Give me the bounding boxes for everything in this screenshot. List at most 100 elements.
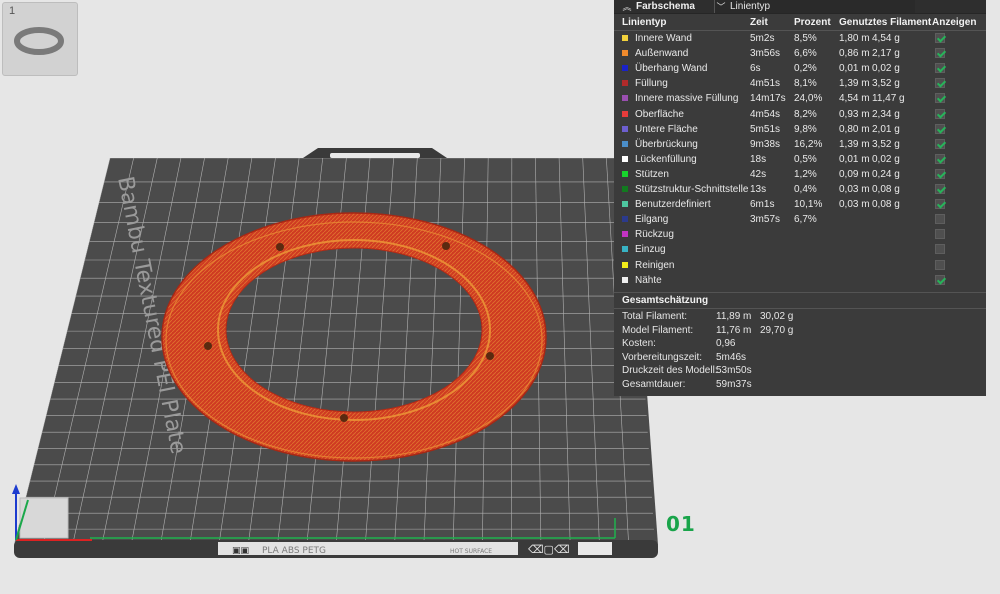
line-type-weight: 2,01 g xyxy=(872,123,900,135)
color-scheme-panel: ︽ Farbschema ﹀ Linientyp Linientyp Zeit … xyxy=(614,0,986,396)
line-type-weight: 0,08 g xyxy=(872,184,900,195)
line-type-row: Füllung 4m51s 8,1% 1,39 m 3,52 g xyxy=(614,76,986,91)
summary-label: Model Filament: xyxy=(622,324,694,336)
line-type-row: Lückenfüllung 18s 0,5% 0,01 m 0,02 g xyxy=(614,152,986,167)
line-type-row: Außenwand 3m56s 6,6% 0,86 m 2,17 g xyxy=(614,46,986,61)
header-time: Zeit xyxy=(750,17,768,28)
line-type-percent: 9,8% xyxy=(794,123,817,135)
summary-row: Vorbereitungszeit: 5m46s xyxy=(614,352,986,366)
show-line-type-checkbox[interactable] xyxy=(935,229,945,240)
line-type-weight: 3,52 g xyxy=(872,78,900,90)
line-type-label: Benutzerdefiniert xyxy=(635,199,711,211)
line-type-color-swatch xyxy=(622,125,628,132)
line-type-label: Oberfläche xyxy=(635,108,684,120)
show-line-type-checkbox[interactable] xyxy=(935,48,945,59)
show-line-type-checkbox[interactable] xyxy=(935,33,945,43)
line-type-time: 42s xyxy=(750,168,767,180)
show-line-type-checkbox[interactable] xyxy=(935,274,945,285)
line-type-row: Stützen 42s 1,2% 0,09 m 0,24 g xyxy=(614,167,986,182)
line-type-time: 9m38s xyxy=(750,138,781,150)
line-type-label: Innere Wand xyxy=(635,33,692,44)
line-type-label: Stützen xyxy=(635,168,669,180)
header-percent: Prozent xyxy=(794,17,831,28)
line-type-row: Benutzerdefiniert 6m1s 10,1% 0,03 m 0,08 g xyxy=(614,197,986,212)
line-type-color-swatch xyxy=(622,186,628,192)
summary-row: Model Filament: 11,76 m 29,70 g xyxy=(614,325,986,339)
color-scheme-select[interactable]: ﹀ Linientyp xyxy=(714,0,915,13)
summary-value: 53m50s xyxy=(716,365,752,377)
line-type-row: Stützstruktur-Schnittstelle 13s 0,4% 0,03 m… xyxy=(614,182,986,197)
summary-value: 5m46s xyxy=(716,351,747,363)
show-line-type-checkbox[interactable] xyxy=(935,153,945,164)
summary-row: Total Filament: 11,89 m 30,02 g xyxy=(614,311,986,325)
line-type-length: 0,80 m xyxy=(839,123,870,135)
header-type: Linientyp xyxy=(622,17,667,28)
line-type-percent: 8,5% xyxy=(794,33,817,44)
line-type-color-swatch xyxy=(622,246,628,253)
summary-label: Kosten: xyxy=(622,338,656,350)
line-type-length: 0,01 m xyxy=(839,63,870,75)
line-type-weight: 0,24 g xyxy=(872,168,900,180)
line-type-weight: 3,52 g xyxy=(872,138,900,150)
line-type-row: Oberfläche 4m54s 8,2% 0,93 m 2,34 g xyxy=(614,107,986,122)
line-type-label: Eilgang xyxy=(635,214,669,226)
summary-value: 11,76 m xyxy=(716,324,752,336)
show-line-type-checkbox[interactable] xyxy=(935,78,945,89)
ring-hole xyxy=(486,352,494,360)
line-type-label: Reinigen xyxy=(635,259,675,271)
line-type-time: 14m17s xyxy=(750,93,786,105)
header-filament: Genutztes Filament xyxy=(839,17,932,28)
line-type-length: 0,86 m xyxy=(839,48,870,60)
summary-value: 59m37s xyxy=(716,379,752,390)
show-line-type-checkbox[interactable] xyxy=(935,93,945,104)
show-line-type-checkbox[interactable] xyxy=(935,108,945,119)
line-type-length: 4,54 m xyxy=(839,93,870,105)
show-line-type-checkbox[interactable] xyxy=(935,199,945,210)
summary-value-secondary: 30,02 g xyxy=(760,311,794,322)
show-line-type-checkbox[interactable] xyxy=(935,138,945,149)
line-type-percent: 6,6% xyxy=(794,48,817,60)
line-type-length: 1,39 m xyxy=(839,138,870,150)
line-type-time: 5m51s xyxy=(750,123,781,135)
show-line-type-checkbox[interactable] xyxy=(935,184,945,194)
line-type-label: Einzug xyxy=(635,244,666,256)
line-type-length: 0,03 m xyxy=(839,199,870,211)
line-type-percent: 8,2% xyxy=(794,108,817,120)
plate-filaments-text: PLA ABS PETG xyxy=(262,546,326,556)
line-type-percent: 8,1% xyxy=(794,78,817,90)
line-type-row: Überhang Wand 6s 0,2% 0,01 m 0,02 g xyxy=(614,61,986,76)
show-line-type-checkbox[interactable] xyxy=(935,63,945,74)
show-line-type-checkbox[interactable] xyxy=(935,259,945,270)
summary-row: Gesamtdauer: 59m37s xyxy=(614,379,986,393)
line-type-label: Nähte xyxy=(635,274,662,286)
line-type-color-swatch xyxy=(622,170,628,177)
show-line-type-checkbox[interactable] xyxy=(935,168,945,179)
summary-value-secondary: 29,70 g xyxy=(760,324,794,336)
show-line-type-checkbox[interactable] xyxy=(935,123,945,134)
show-line-type-checkbox[interactable] xyxy=(935,214,945,225)
line-type-percent: 0,5% xyxy=(794,153,817,165)
line-type-length: 0,93 m xyxy=(839,108,870,120)
line-type-weight: 4,54 g xyxy=(872,33,900,44)
line-type-label: Untere Fläche xyxy=(635,123,698,135)
line-type-percent: 6,7% xyxy=(794,214,817,226)
line-type-color-swatch xyxy=(622,140,628,147)
plate-tools-icon: ⌫▢⌫ xyxy=(528,543,570,556)
collapse-chevron-up-icon[interactable]: ︽ xyxy=(620,0,634,13)
line-type-percent: 10,1% xyxy=(794,199,823,211)
line-type-row: Reinigen xyxy=(614,258,986,273)
plate-id-label: 01 xyxy=(666,512,696,536)
line-type-color-swatch xyxy=(622,110,628,117)
line-type-time: 3m57s xyxy=(750,214,781,226)
line-type-length: 1,80 m xyxy=(839,33,870,44)
show-line-type-checkbox[interactable] xyxy=(935,244,945,255)
line-type-label: Innere massive Füllung xyxy=(635,93,739,105)
line-type-label: Rückzug xyxy=(635,229,674,241)
line-type-percent: 16,2% xyxy=(794,138,823,150)
line-type-time: 18s xyxy=(750,153,767,165)
line-type-length: 0,09 m xyxy=(839,168,870,180)
line-type-color-swatch xyxy=(622,276,628,283)
summary-label: Druckzeit des Modell: xyxy=(622,365,718,377)
line-type-row: Überbrückung 9m38s 16,2% 1,39 m 3,52 g xyxy=(614,137,986,152)
line-type-row: Innere massive Füllung 14m17s 24,0% 4,54 m1… xyxy=(614,91,986,106)
